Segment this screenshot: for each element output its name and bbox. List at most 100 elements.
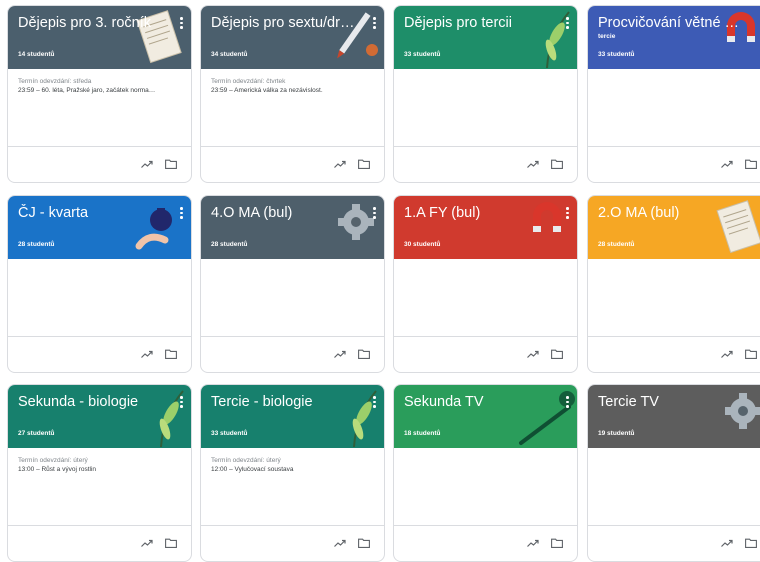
- more-options-icon[interactable]: [180, 396, 183, 409]
- class-card[interactable]: Dějepis pro tercii 33 studentů: [393, 5, 578, 183]
- trending-up-icon[interactable]: [141, 538, 153, 548]
- class-banner[interactable]: Dějepis pro tercii 33 studentů: [394, 6, 577, 69]
- upcoming-work: Termín odevzdání: úterý 13:00 – Růst a vý…: [8, 448, 191, 526]
- trending-up-icon[interactable]: [527, 538, 539, 548]
- upcoming-work: [588, 448, 760, 526]
- due-date-label: Termín odevzdání: úterý: [18, 457, 88, 464]
- more-options-icon[interactable]: [566, 17, 569, 30]
- assignment-link[interactable]: 23:59 – 60. léta, Pražské jaro, začátek …: [18, 86, 181, 95]
- class-card[interactable]: Procvičování větné s… tercie 33 studentů: [587, 5, 760, 183]
- assignment-link[interactable]: 23:59 – Americká válka za nezávislost.: [211, 86, 374, 95]
- trending-up-icon[interactable]: [334, 349, 346, 359]
- student-count: 18 studentů: [404, 430, 441, 437]
- upcoming-work: [588, 259, 760, 337]
- more-options-icon[interactable]: [373, 207, 376, 220]
- class-card[interactable]: Dějepis pro sextu/dru… 34 studentů Termín …: [200, 5, 385, 183]
- card-footer: [8, 525, 191, 561]
- more-options-icon[interactable]: [373, 17, 376, 30]
- class-title[interactable]: Procvičování větné s…: [598, 14, 745, 32]
- card-footer: [394, 525, 577, 561]
- class-title[interactable]: Dějepis pro 3. ročník: [18, 14, 165, 32]
- upcoming-work: Termín odevzdání: středa 23:59 – 60. léta…: [8, 69, 191, 147]
- due-date-label: Termín odevzdání: čtvrtek: [211, 78, 286, 85]
- class-banner[interactable]: Sekunda TV 18 studentů: [394, 385, 577, 448]
- class-title[interactable]: Dějepis pro tercii: [404, 14, 551, 32]
- class-title[interactable]: Sekunda TV: [404, 393, 551, 411]
- more-options-icon[interactable]: [566, 207, 569, 220]
- class-card[interactable]: 4.O MA (bul) 28 studentů: [200, 195, 385, 373]
- class-card[interactable]: Dějepis pro 3. ročník 14 studentů Termín o…: [7, 5, 192, 183]
- card-footer: [588, 336, 760, 372]
- class-card[interactable]: Tercie TV 19 studentů: [587, 384, 760, 562]
- folder-icon[interactable]: [358, 159, 370, 169]
- class-title[interactable]: 1.A FY (bul): [404, 204, 551, 222]
- assignment-link[interactable]: 12:00 – Vylučovací soustava: [211, 465, 374, 474]
- trending-up-icon[interactable]: [334, 538, 346, 548]
- class-title[interactable]: Tercie TV: [598, 393, 745, 411]
- student-count: 28 studentů: [598, 241, 635, 248]
- trending-up-icon[interactable]: [141, 159, 153, 169]
- class-banner[interactable]: 1.A FY (bul) 30 studentů: [394, 196, 577, 259]
- student-count: 19 studentů: [598, 430, 635, 437]
- student-count: 33 studentů: [211, 430, 248, 437]
- student-count: 14 studentů: [18, 51, 55, 58]
- trending-up-icon[interactable]: [141, 349, 153, 359]
- class-banner[interactable]: 4.O MA (bul) 28 studentů: [201, 196, 384, 259]
- trending-up-icon[interactable]: [334, 159, 346, 169]
- class-banner[interactable]: ČJ - kvarta 28 studentů: [8, 196, 191, 259]
- trending-up-icon[interactable]: [721, 349, 733, 359]
- class-card[interactable]: Tercie - biologie 33 studentů Termín odevz…: [200, 384, 385, 562]
- class-title[interactable]: Sekunda - biologie: [18, 393, 165, 411]
- folder-icon[interactable]: [745, 349, 757, 359]
- card-footer: [588, 146, 760, 182]
- folder-icon[interactable]: [745, 159, 757, 169]
- class-banner[interactable]: Dějepis pro 3. ročník 14 studentů: [8, 6, 191, 69]
- student-count: 34 studentů: [211, 51, 248, 58]
- folder-icon[interactable]: [551, 159, 563, 169]
- card-footer: [201, 525, 384, 561]
- upcoming-work: [588, 69, 760, 147]
- class-banner[interactable]: Dějepis pro sextu/dru… 34 studentů: [201, 6, 384, 69]
- folder-icon[interactable]: [551, 349, 563, 359]
- folder-icon[interactable]: [358, 538, 370, 548]
- folder-icon[interactable]: [165, 538, 177, 548]
- more-options-icon[interactable]: [566, 396, 569, 409]
- student-count: 28 studentů: [211, 241, 248, 248]
- class-card[interactable]: 1.A FY (bul) 30 studentů: [393, 195, 578, 373]
- trending-up-icon[interactable]: [721, 538, 733, 548]
- class-title[interactable]: Tercie - biologie: [211, 393, 358, 411]
- more-options-icon[interactable]: [180, 17, 183, 30]
- student-count: 33 studentů: [404, 51, 441, 58]
- upcoming-work: [201, 259, 384, 337]
- class-title[interactable]: ČJ - kvarta: [18, 204, 165, 222]
- card-footer: [8, 146, 191, 182]
- card-footer: [8, 336, 191, 372]
- more-options-icon[interactable]: [373, 396, 376, 409]
- class-banner[interactable]: Sekunda - biologie 27 studentů: [8, 385, 191, 448]
- class-card-grid: Dějepis pro 3. ročník 14 studentů Termín o…: [0, 0, 760, 562]
- more-options-icon[interactable]: [180, 207, 183, 220]
- class-banner[interactable]: Procvičování větné s… tercie 33 studentů: [588, 6, 760, 69]
- trending-up-icon[interactable]: [721, 159, 733, 169]
- class-title[interactable]: Dějepis pro sextu/dru…: [211, 14, 358, 32]
- folder-icon[interactable]: [551, 538, 563, 548]
- class-title[interactable]: 4.O MA (bul): [211, 204, 358, 222]
- class-card[interactable]: Sekunda - biologie 27 studentů Termín odev…: [7, 384, 192, 562]
- trending-up-icon[interactable]: [527, 349, 539, 359]
- due-date-label: Termín odevzdání: úterý: [211, 457, 281, 464]
- class-banner[interactable]: Tercie TV 19 studentů: [588, 385, 760, 448]
- folder-icon[interactable]: [165, 159, 177, 169]
- due-date-label: Termín odevzdání: středa: [18, 78, 92, 85]
- class-title[interactable]: 2.O MA (bul): [598, 204, 745, 222]
- assignment-link[interactable]: 13:00 – Růst a vývoj rostlin: [18, 465, 181, 474]
- class-banner[interactable]: 2.O MA (bul) 28 studentů: [588, 196, 760, 259]
- folder-icon[interactable]: [165, 349, 177, 359]
- trending-up-icon[interactable]: [527, 159, 539, 169]
- class-card[interactable]: ČJ - kvarta 28 studentů: [7, 195, 192, 373]
- class-banner[interactable]: Tercie - biologie 33 studentů: [201, 385, 384, 448]
- class-card[interactable]: Sekunda TV 18 studentů: [393, 384, 578, 562]
- folder-icon[interactable]: [358, 349, 370, 359]
- class-card[interactable]: 2.O MA (bul) 28 studentů: [587, 195, 760, 373]
- upcoming-work: [8, 259, 191, 337]
- folder-icon[interactable]: [745, 538, 757, 548]
